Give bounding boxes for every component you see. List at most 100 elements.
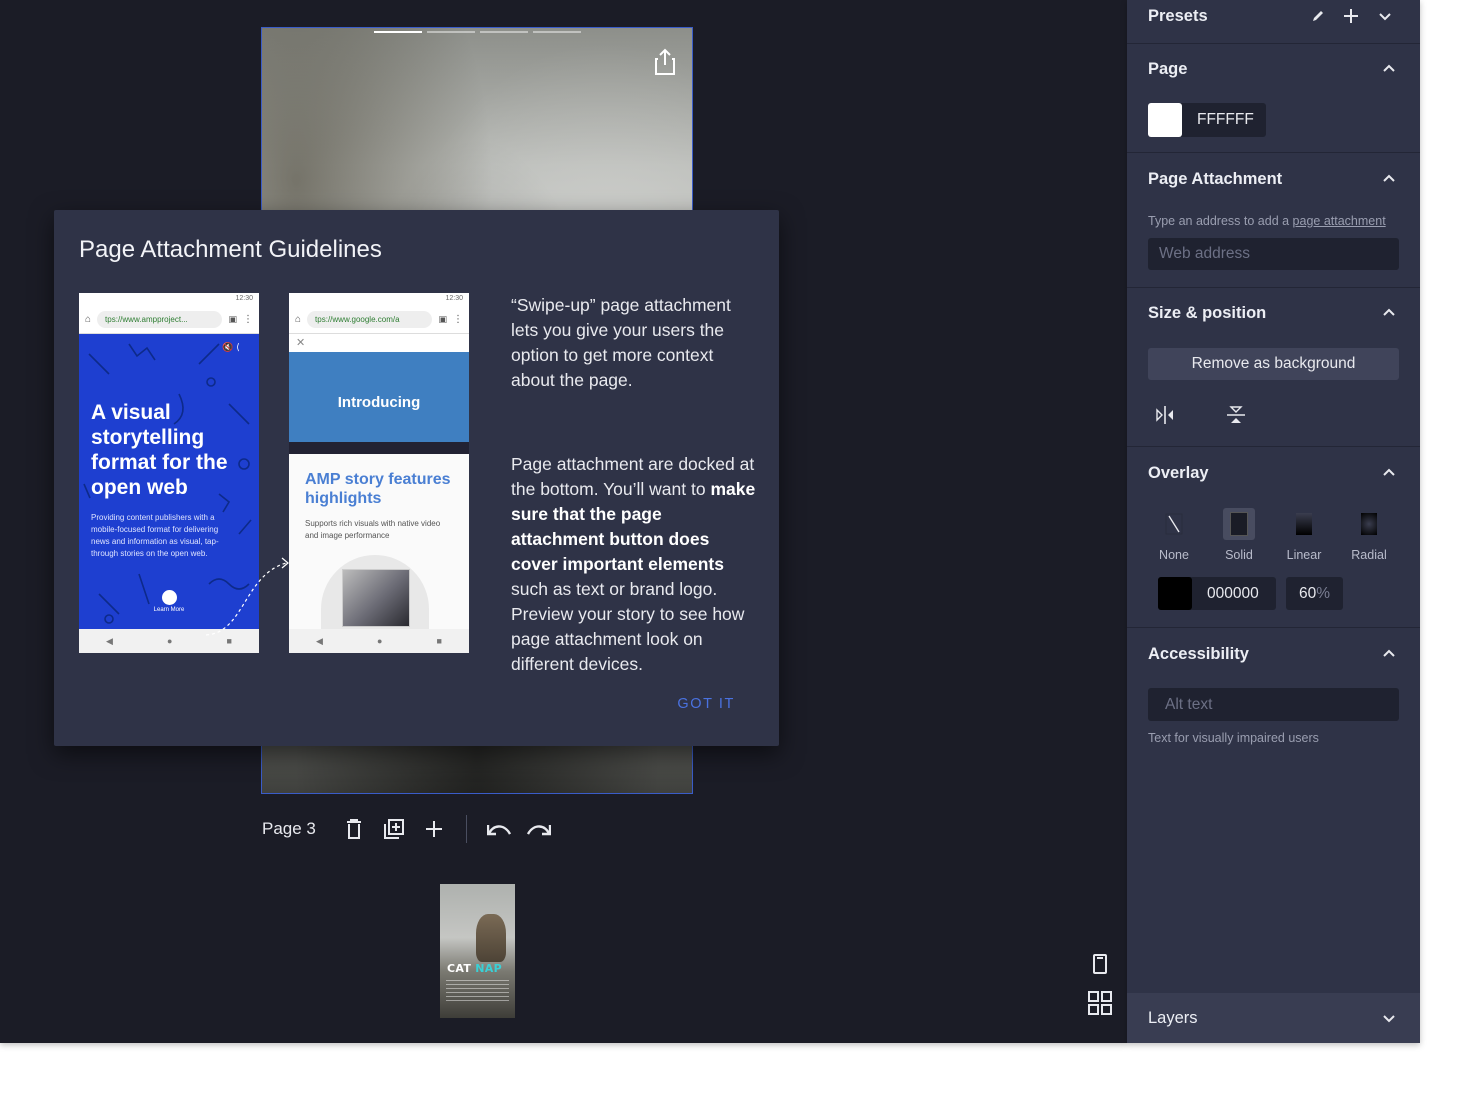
remove-as-background-button[interactable]: Remove as background	[1148, 348, 1399, 380]
video-preview: Introducing	[289, 352, 469, 454]
swipe-up-icon	[161, 590, 177, 605]
overlay-option-label: Radial	[1351, 548, 1387, 562]
duplicate-page-button[interactable]	[374, 812, 414, 846]
swipe-arrow-icon	[205, 557, 289, 636]
tunnel-image	[342, 569, 410, 627]
overlay-opacity-field[interactable]: 60%	[1286, 577, 1343, 610]
svg-text:🔇 ⟨: 🔇 ⟨	[222, 341, 240, 353]
chevron-up-icon[interactable]	[1382, 62, 1396, 76]
page-section-title: Page	[1148, 60, 1188, 78]
phone-url-bar: ⌂ tps://www.google.com/a ▣ ⋮	[289, 305, 469, 334]
amp-headline: A visual storytelling format for the ope…	[91, 401, 228, 499]
page-color-field[interactable]: FFFFFF	[1148, 103, 1266, 137]
undo-icon	[486, 825, 511, 836]
phone-url: tps://www.ampproject...	[97, 310, 223, 328]
plus-icon	[1344, 9, 1358, 23]
phone-preview-attachment: 12:30 ⌂ tps://www.google.com/a ▣ ⋮ ✕ Int…	[289, 293, 469, 653]
page-toolbar: Page 3	[262, 812, 559, 846]
properties-sidebar: Presets Page FFFFFF Page Attachment Type…	[1127, 0, 1420, 1043]
page-section: Page FFFFFF	[1127, 43, 1420, 153]
overlay-option-linear[interactable]: Linear	[1274, 508, 1334, 562]
attachment-headline: AMP story features highlights	[305, 471, 451, 507]
page-label: Page 3	[262, 819, 316, 838]
toolbar-divider	[465, 815, 467, 843]
overlay-solid-icon	[1223, 508, 1255, 540]
size-position-section: Size & position Remove as background	[1127, 287, 1420, 447]
size-position-title: Size & position	[1148, 304, 1267, 322]
accessibility-section: Accessibility Alt text Text for visually…	[1127, 627, 1420, 993]
chevron-up-icon[interactable]	[1382, 647, 1396, 661]
thumbnail-text-lines	[446, 980, 509, 1002]
page-color-swatch[interactable]	[1148, 103, 1182, 137]
phone-url: tps://www.google.com/a	[307, 310, 433, 328]
page-attachment-hint: Type an address to add a page attachment	[1148, 214, 1386, 228]
pencil-icon	[1313, 11, 1323, 21]
share-icon[interactable]	[654, 48, 676, 76]
chevron-up-icon[interactable]	[1382, 306, 1396, 320]
phone-status-bar: 12:30	[289, 293, 469, 305]
layers-title: Layers	[1148, 1009, 1198, 1027]
progress-segment	[533, 31, 581, 33]
overlay-none-icon	[1158, 508, 1190, 540]
thumbnail-title: CAT NAP	[447, 962, 502, 975]
chevron-up-icon[interactable]	[1382, 172, 1396, 186]
redo-button[interactable]	[519, 812, 559, 846]
overlay-color-swatch[interactable]	[1158, 577, 1192, 610]
flip-vertical-button[interactable]	[1225, 404, 1247, 426]
presets-toggle[interactable]	[1374, 5, 1396, 27]
presets-section: Presets	[1127, 0, 1420, 44]
page-attachment-title: Page Attachment	[1148, 170, 1283, 188]
web-address-input[interactable]: Web address	[1148, 238, 1399, 270]
story-progress-bar	[374, 31, 581, 33]
progress-segment	[427, 31, 475, 33]
overlay-option-label: Solid	[1225, 548, 1253, 562]
add-preset-button[interactable]	[1340, 5, 1362, 27]
undo-button[interactable]	[479, 812, 519, 846]
layers-section[interactable]: Layers	[1127, 993, 1420, 1043]
single-page-view-icon[interactable]	[1088, 954, 1112, 974]
back-icon: ◀	[106, 635, 113, 646]
more-icon: ⋮	[243, 313, 253, 325]
tabs-icon: ▣	[438, 313, 447, 324]
overlay-opacity-value: 60	[1298, 584, 1317, 602]
chevron-up-icon[interactable]	[1382, 466, 1396, 480]
back-icon: ◀	[316, 635, 323, 646]
recents-icon: ■	[436, 636, 442, 646]
progress-segment	[480, 31, 528, 33]
learn-more-cta: Learn More	[151, 590, 187, 613]
add-page-button[interactable]	[414, 812, 454, 846]
thumbnail-cat-image	[476, 914, 506, 962]
flip-vertical-icon	[1227, 406, 1245, 423]
overlay-color-field[interactable]: 000000	[1158, 577, 1276, 610]
overlay-option-solid[interactable]: Solid	[1209, 508, 1269, 562]
page-attachment-guidelines-dialog: Page Attachment Guidelines 12:30 ⌂ tps:/…	[54, 210, 779, 746]
duplicate-icon	[383, 819, 404, 839]
overlay-radial-icon	[1353, 508, 1385, 540]
page-attachment-link[interactable]: page attachment	[1293, 214, 1386, 228]
page-color-value: FFFFFF	[1197, 111, 1254, 128]
presets-title: Presets	[1148, 7, 1208, 25]
flip-horizontal-icon	[1156, 406, 1173, 424]
plus-icon	[425, 821, 442, 837]
grid-view-icon[interactable]	[1088, 991, 1112, 1015]
delete-page-button[interactable]	[334, 812, 374, 846]
home-icon: ⌂	[85, 313, 92, 325]
chevron-down-icon[interactable]	[1382, 1011, 1396, 1025]
close-icon: ✕	[289, 334, 469, 352]
tabs-icon: ▣	[228, 313, 237, 324]
phone-status-bar: 12:30	[79, 293, 259, 305]
page-attachment-section: Page Attachment Type an address to add a…	[1127, 152, 1420, 288]
chevron-down-icon	[1379, 13, 1391, 21]
page-thumbnail[interactable]: CAT NAP	[440, 884, 515, 1018]
alt-text-hint: Text for visually impaired users	[1148, 731, 1319, 745]
overlay-option-radial[interactable]: Radial	[1339, 508, 1399, 562]
got-it-button[interactable]: GOT IT	[677, 696, 735, 712]
home-icon: ⌂	[295, 313, 302, 325]
alt-text-input[interactable]: Alt text	[1148, 688, 1399, 721]
guideline-paragraph-1: “Swipe-up” page attachment lets you give…	[511, 295, 731, 390]
attachment-subtext: Supports rich visuals with native video …	[305, 519, 441, 540]
home-button-icon: ●	[377, 636, 383, 646]
overlay-option-none[interactable]: None	[1144, 508, 1204, 562]
edit-presets-button[interactable]	[1307, 5, 1329, 27]
flip-horizontal-button[interactable]	[1154, 404, 1176, 426]
